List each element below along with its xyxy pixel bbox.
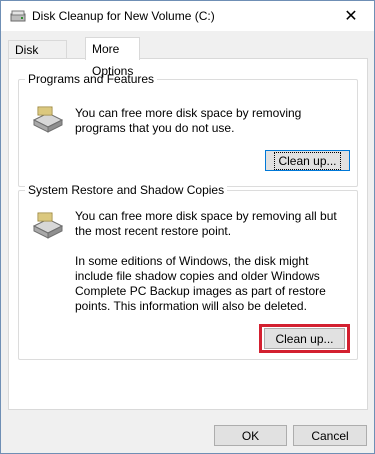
tab-disk-cleanup[interactable]: Disk Cleanup	[8, 40, 67, 76]
dialog-footer: OK Cancel	[1, 417, 374, 453]
more-options-panel: Programs and Features You can free more …	[8, 58, 368, 410]
tab-more-options[interactable]: More Options	[85, 37, 141, 78]
restore-group-label: System Restore and Shadow Copies	[25, 183, 228, 197]
restore-description: You can free more disk space by removing…	[75, 209, 337, 238]
close-icon: ✕	[344, 8, 358, 25]
programs-clean-up-label: Clean up...	[274, 151, 341, 170]
hard-drive-icon	[32, 212, 64, 239]
title-bar[interactable]: Disk Cleanup for New Volume (C:) ✕	[1, 1, 374, 31]
ok-button[interactable]: OK	[214, 425, 287, 446]
window-title: Disk Cleanup for New Volume (C:)	[32, 9, 215, 23]
ok-label: OK	[241, 428, 260, 443]
programs-clean-up-button[interactable]: Clean up...	[265, 150, 350, 171]
restore-clean-up-label: Clean up...	[275, 331, 334, 346]
hard-drive-icon	[32, 106, 64, 133]
disk-cleanup-icon	[10, 10, 26, 22]
cancel-button[interactable]: Cancel	[293, 425, 367, 446]
restore-clean-up-button[interactable]: Clean up...	[264, 328, 345, 349]
system-restore-group: System Restore and Shadow Copies You can…	[18, 183, 358, 360]
close-button[interactable]: ✕	[328, 1, 374, 31]
programs-description: You can free more disk space by removing…	[75, 106, 302, 135]
programs-features-group: Programs and Features You can free more …	[18, 72, 358, 187]
disk-cleanup-window: Disk Cleanup for New Volume (C:) ✕ Disk …	[0, 0, 375, 454]
cancel-label: Cancel	[311, 428, 349, 443]
restore-note: In some editions of Windows, the disk mi…	[75, 254, 326, 313]
